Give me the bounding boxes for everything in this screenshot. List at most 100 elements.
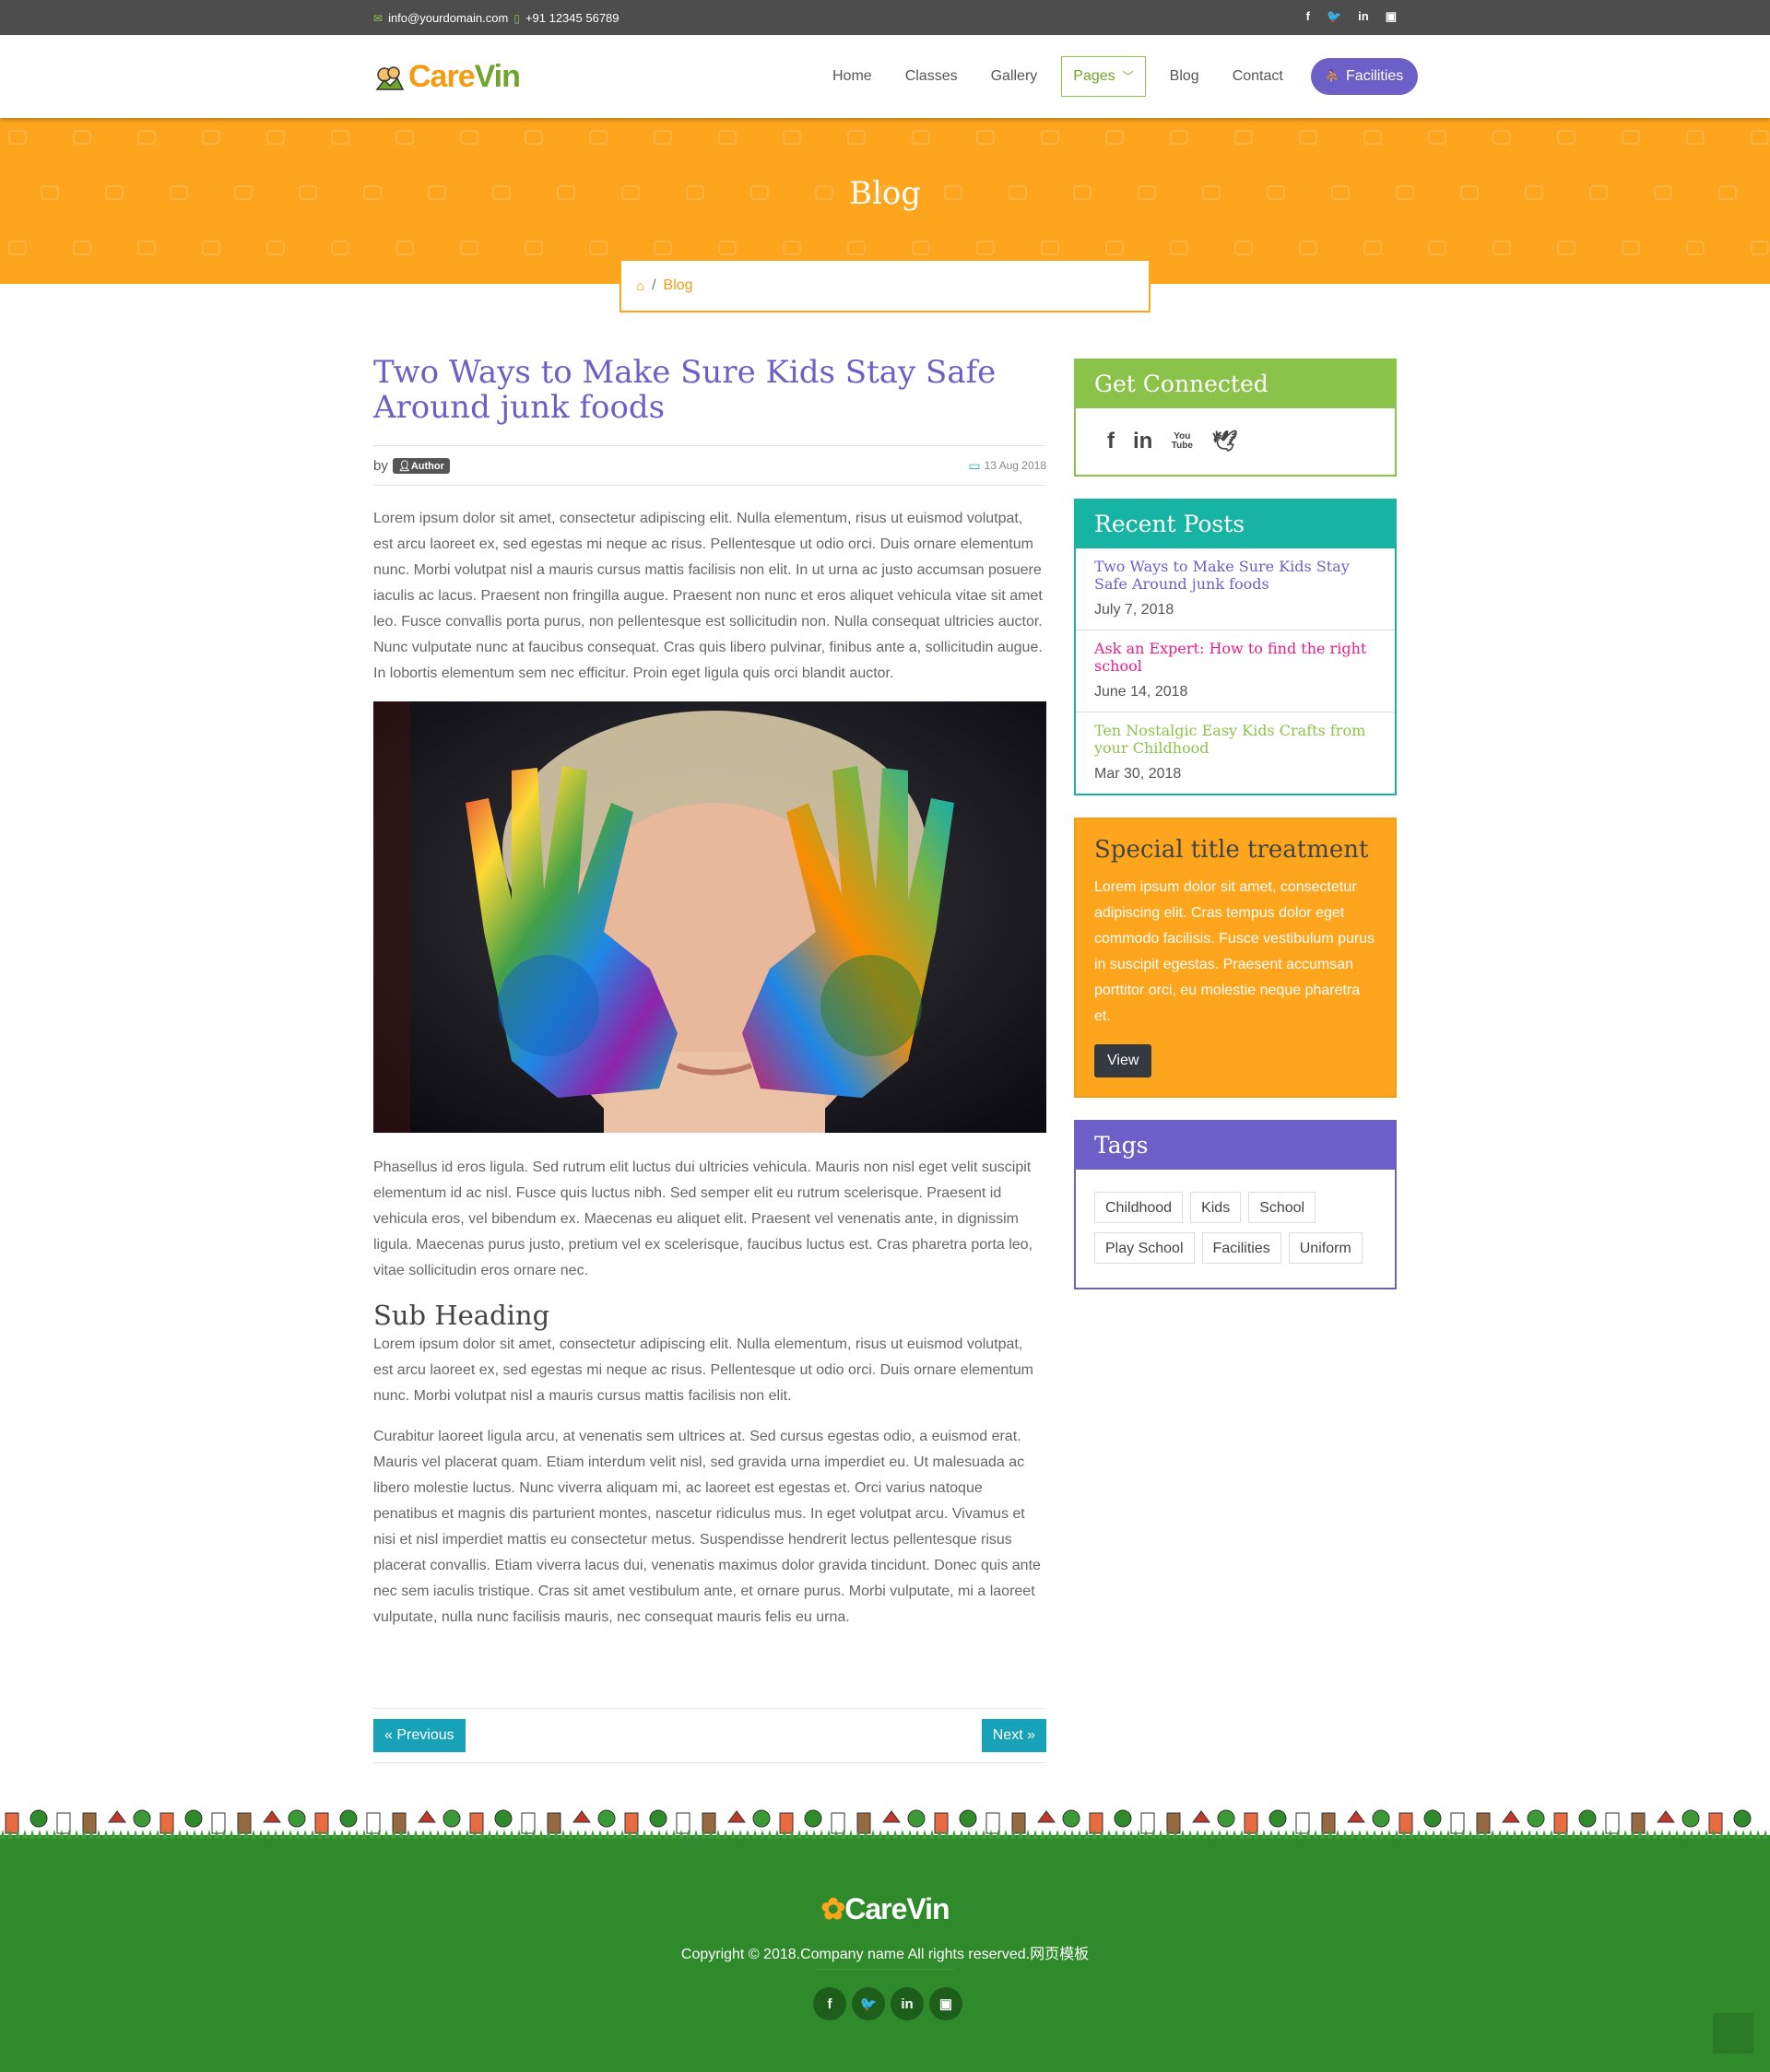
recent-post-title[interactable]: Ask an Expert: How to find the right sch… [1094,640,1376,675]
logo-text-care: Care [408,59,476,94]
view-button[interactable]: View [1094,1044,1152,1077]
top-contact: ✉ info@yourdomain.com ▯ +91 12345 56789 [373,11,620,25]
author-badge[interactable]: 👤︎Author [392,457,450,474]
nav-home[interactable]: Home [816,57,889,96]
special-text: Lorem ipsum dolor sit amet, consectetur … [1094,879,1375,1024]
facebook-icon[interactable]: f [813,1987,846,2020]
facilities-button[interactable]: ⛹ Facilities [1310,58,1419,95]
logo-mark-icon [375,65,405,90]
widget-get-connected: Get Connected f in You Tube 🕊 [1074,359,1397,477]
widget-title: Get Connected [1076,360,1395,408]
page-title: Blog [848,175,922,212]
post-paragraph-1: Lorem ipsum dolor sit amet, consectetur … [373,511,1043,681]
linkedin-icon[interactable]: in [1133,429,1152,454]
post-title: Two Ways to Make Sure Kids Stay Safe Aro… [373,354,997,426]
post-paragraph-4: Curabitur laoreet ligula arcu, at venena… [373,1429,1041,1625]
recent-posts-list: Two Ways to Make Sure Kids Stay Safe Aro… [1076,548,1395,794]
post-paragraph-2: Phasellus id eros ligula. Sed rutrum eli… [373,1160,1033,1278]
widget-special: Special title treatment Lorem ipsum dolo… [1074,818,1397,1098]
calendar-icon: ▭ [968,457,981,473]
nav-pages-label: Pages [1073,68,1115,84]
youtube-icon[interactable]: ▣ [1386,9,1397,24]
user-icon: 👤︎ [397,460,411,472]
next-button[interactable]: Next » [981,1719,1046,1752]
tag-item[interactable]: Childhood [1094,1192,1184,1223]
email-link[interactable]: info@yourdomain.com [388,11,508,25]
recent-post-date: Mar 30, 2018 [1094,766,1182,782]
top-social: f 🐦 in ▣ [1306,9,1397,24]
recent-post-item[interactable]: Ask an Expert: How to find the right sch… [1076,630,1395,712]
tag-item[interactable]: School [1248,1192,1316,1223]
main-nav: Home Classes Gallery Pages ﹀ Blog Contac… [816,56,1419,97]
site-header: Care Vin Home Classes Gallery Pages ﹀ Blo… [0,35,1770,118]
connect-icons: f in You Tube 🕊 [1076,408,1395,475]
facilities-label: Facilities [1346,68,1404,84]
widget-title: Tags [1076,1122,1395,1170]
widget-tags: Tags Childhood Kids School Play School F… [1074,1120,1397,1289]
previous-button[interactable]: « Previous [373,1719,466,1752]
special-title: Special title treatment [1094,836,1369,864]
post-meta: by 👤︎Author ▭ 13 Aug 2018 [373,445,1046,486]
logo-text-vin: Vin [474,59,521,94]
widget-recent-posts: Recent Posts Two Ways to Make Sure Kids … [1074,499,1397,795]
nav-pages-dropdown[interactable]: Pages ﹀ [1061,56,1146,97]
recent-post-item[interactable]: Two Ways to Make Sure Kids Stay Safe Aro… [1076,548,1395,630]
footer-social: f 🐦 in ▣ [813,1987,962,2020]
sub-heading: Sub Heading [373,1300,550,1331]
footer-divider [816,1969,954,1970]
facebook-icon[interactable]: f [1306,9,1310,24]
youtube-icon[interactable]: You Tube [1171,432,1193,451]
twitter-icon[interactable]: 🕊 [1211,430,1237,453]
nav-classes[interactable]: Classes [889,57,974,96]
logo[interactable]: Care Vin [373,59,521,95]
tag-item[interactable]: Kids [1190,1192,1242,1223]
facilities-icon: ⛹ [1325,69,1341,83]
next-label: Next [992,1727,1023,1743]
footer-logo[interactable]: ✿CareVin [0,1891,1770,1926]
playground-border [0,1809,1770,1844]
back-to-top-button[interactable] [1713,2013,1753,2054]
nav-contact[interactable]: Contact [1216,57,1300,96]
linkedin-icon[interactable]: in [891,1987,924,2020]
post-date: ▭ 13 Aug 2018 [968,458,1046,474]
widget-title: Recent Posts [1076,500,1395,548]
recent-post-title[interactable]: Ten Nostalgic Easy Kids Crafts from your… [1094,722,1376,757]
top-bar: ✉ info@yourdomain.com ▯ +91 12345 56789 … [0,0,1770,35]
recent-post-title[interactable]: Two Ways to Make Sure Kids Stay Safe Aro… [1094,558,1376,593]
double-chevron-left-icon: « [384,1727,393,1743]
previous-label: Previous [396,1727,454,1743]
footer-logo-care: Care [844,1892,907,1925]
sidebar: Get Connected f in You Tube 🕊 Recent Pos… [1074,359,1397,1312]
phone-icon: ▯ [513,11,520,25]
phone-number: +91 12345 56789 [525,11,620,25]
logo-mark-icon: ✿ [820,1892,845,1925]
nav-blog[interactable]: Blog [1153,57,1216,96]
footer-logo-vin: Vin [906,1892,950,1925]
chevron-down-icon: ﹀ [1122,70,1134,83]
double-chevron-right-icon: » [1027,1727,1035,1743]
post-image [373,701,1046,1133]
linkedin-icon[interactable]: in [1358,9,1369,24]
nav-gallery[interactable]: Gallery [974,57,1055,96]
breadcrumb: ⌂ / Blog [620,261,1150,312]
author-name: Author [410,460,444,472]
recent-post-item[interactable]: Ten Nostalgic Easy Kids Crafts from your… [1076,712,1395,794]
by-label: by [373,457,388,474]
post-content: Two Ways to Make Sure Kids Stay Safe Aro… [373,354,1046,1763]
breadcrumb-separator: / [652,277,656,293]
breadcrumb-current: Blog [663,277,693,293]
twitter-icon[interactable]: 🐦 [1327,9,1341,24]
tag-item[interactable]: Play School [1094,1232,1195,1264]
twitter-icon[interactable]: 🐦 [852,1987,885,2020]
post-paragraph-3: Lorem ipsum dolor sit amet, consectetur … [373,1336,1033,1404]
recent-post-date: July 7, 2018 [1094,602,1174,618]
facebook-icon[interactable]: f [1107,429,1115,454]
tag-item[interactable]: Facilities [1201,1232,1281,1264]
home-icon[interactable]: ⌂ [636,278,644,294]
youtube-icon[interactable]: ▣ [929,1987,962,2020]
copyright: Copyright © 2018.Company name All rights… [680,1947,1090,1962]
post-pager: « Previous Next » [373,1708,1046,1763]
recent-post-date: June 14, 2018 [1094,684,1188,700]
post-date-text: 13 Aug 2018 [984,459,1046,472]
tag-item[interactable]: Uniform [1288,1232,1363,1264]
